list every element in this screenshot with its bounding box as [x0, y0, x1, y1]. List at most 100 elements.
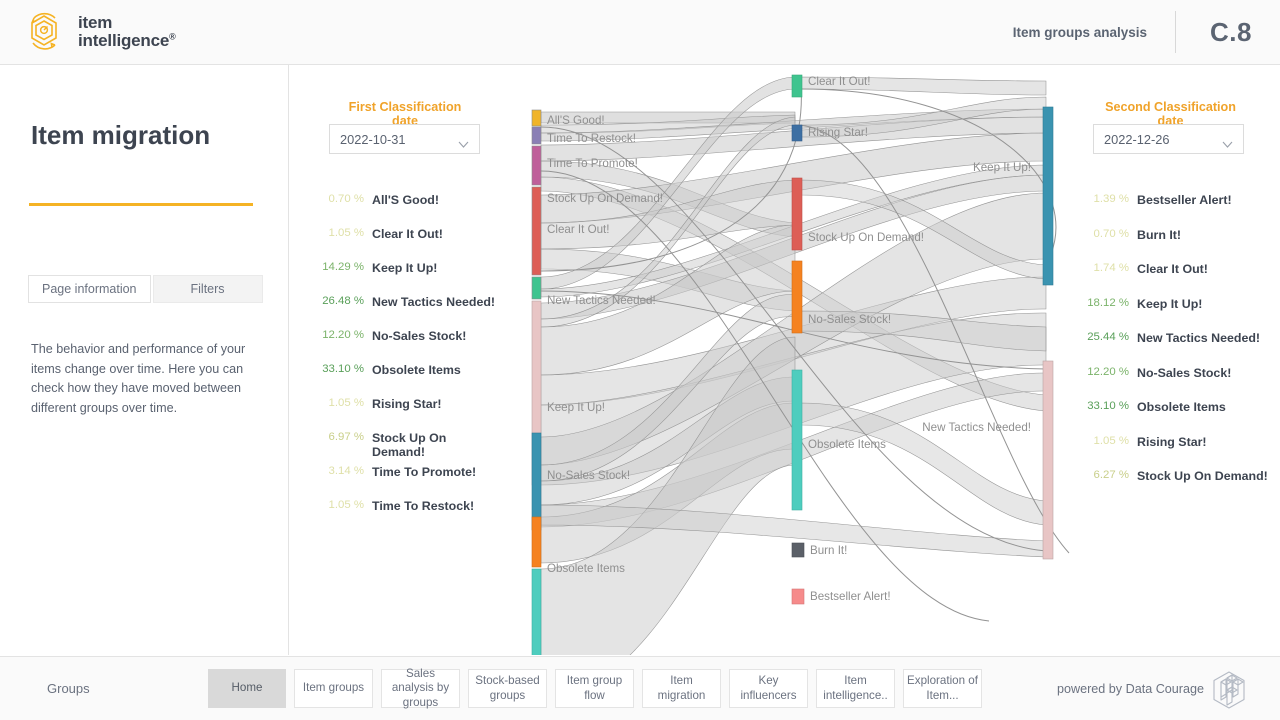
nav-button-item-migration[interactable]: Item migration — [642, 669, 721, 708]
first-classification-legend: 0.70 % All'S Good! 1.05 % Clear It Out! 14.2… — [322, 193, 495, 533]
sankey-label-new-tactics-needed: New Tactics Needed! — [547, 294, 656, 307]
sankey-label-clear-it-out-right: Clear It Out! — [808, 75, 871, 88]
legend-item[interactable]: 12.20 % No-Sales Stock! — [322, 329, 495, 363]
legend-percent: 3.14 % — [328, 465, 364, 477]
app-header: item intelligence® Item groups analysis … — [0, 0, 1280, 65]
legend-label: Burn It! — [1137, 227, 1182, 242]
legend-item[interactable]: 1.74 % Clear It Out! — [1085, 262, 1268, 297]
legend-percent: 1.74 % — [1093, 262, 1129, 274]
legend-label: Rising Star! — [1137, 434, 1207, 449]
legend-percent: 12.20 % — [1087, 365, 1129, 378]
brand[interactable]: item intelligence® — [22, 10, 176, 54]
sankey-label-bestseller-alert-right: Bestseller Alert! — [810, 590, 891, 603]
footer-nav: Home Item groups Sales analysis by groups S… — [208, 667, 982, 709]
second-classification-date-dropdown[interactable]: 2022-12-26 — [1093, 124, 1244, 154]
sankey-label-rising-star-right: Rising Star! — [808, 126, 868, 139]
header-right: Item groups analysis C.8 — [1013, 0, 1280, 64]
legend-item[interactable]: 33.10 % Obsolete Items — [1085, 400, 1268, 435]
page-title: Item migration — [31, 120, 211, 150]
legend-label: No-Sales Stock! — [372, 329, 467, 343]
legend-percent: 33.10 % — [322, 363, 364, 375]
sankey-label-time-to-restock: Time To Restock! — [547, 132, 636, 145]
footer-groups-label: Groups — [47, 681, 90, 696]
legend-percent: 18.12 % — [1087, 296, 1129, 309]
nav-button-key-influencers[interactable]: Key influencers — [729, 669, 808, 708]
sankey-node-time-to-restock[interactable] — [531, 126, 542, 145]
sankey-label-keep-it-up-left: Keep It Up! — [547, 401, 605, 414]
legend-item[interactable]: 1.05 % Rising Star! — [322, 397, 495, 431]
nav-button-exploration-of-item[interactable]: Exploration of Item... — [903, 669, 982, 708]
legend-label: Time To Restock! — [372, 499, 475, 513]
legend-item[interactable]: 3.14 % Time To Promote! — [322, 465, 495, 499]
legend-percent: 1.05 % — [1093, 434, 1129, 447]
nav-button-item-groups[interactable]: Item groups — [294, 669, 373, 708]
nav-button-item-intelligence[interactable]: Item intelligence.. — [816, 669, 895, 708]
sankey-label-keep-it-up-far-right: Keep It Up! — [973, 161, 1031, 174]
legend-label: No-Sales Stock! — [1137, 365, 1232, 380]
tab-filters[interactable]: Filters — [152, 275, 263, 303]
nav-button-home[interactable]: Home — [208, 669, 286, 708]
sankey-node-rising-star-right[interactable] — [791, 124, 803, 142]
legend-item[interactable]: 1.39 % Bestseller Alert! — [1085, 193, 1268, 228]
legend-label: Bestseller Alert! — [1137, 193, 1232, 207]
legend-item[interactable]: 18.12 % Keep It Up! — [1085, 297, 1268, 332]
legend-item[interactable]: 14.29 % Keep It Up! — [322, 261, 495, 295]
sankey-node-keep-it-up-far-right[interactable] — [1042, 106, 1054, 286]
legend-item[interactable]: 26.48 % New Tactics Needed! — [322, 295, 495, 329]
legend-item[interactable]: 12.20 % No-Sales Stock! — [1085, 366, 1268, 401]
sankey-node-no-sales-stock-left[interactable] — [531, 516, 542, 568]
panel-tabs: Page information Filters — [28, 275, 263, 303]
legend-item[interactable]: 0.70 % Burn It! — [1085, 228, 1268, 263]
sankey-node-alls-good[interactable] — [531, 109, 542, 127]
sankey-node-new-tactics-needed-far-right[interactable] — [1042, 360, 1054, 560]
legend-item[interactable]: 25.44 % New Tactics Needed! — [1085, 331, 1268, 366]
sankey-node-clear-it-out-right[interactable] — [791, 74, 803, 98]
sankey-node-stock-up-on-demand[interactable] — [531, 186, 542, 276]
left-panel: Item migration Page information Filters … — [0, 65, 289, 655]
page-description: The behavior and performance of your ite… — [31, 342, 246, 415]
second-classification-legend: 1.39 % Bestseller Alert! 0.70 % Burn It! 1.7… — [1085, 193, 1268, 504]
legend-item[interactable]: 1.05 % Clear It Out! — [322, 227, 495, 261]
sankey-node-clear-it-out[interactable] — [531, 276, 542, 300]
legend-percent: 0.70 % — [1093, 227, 1129, 240]
nav-button-item-group-flow[interactable]: Item group flow — [555, 669, 634, 708]
data-courage-cubes-logo-icon — [1208, 669, 1250, 711]
sankey-node-obsolete-items-right[interactable] — [791, 369, 803, 511]
legend-percent: 33.10 % — [1087, 400, 1129, 412]
powered-by-label: powered by Data Courage — [1057, 682, 1205, 696]
legend-label: Obsolete Items — [1137, 400, 1226, 414]
legend-label: Stock Up On Demand! — [1137, 469, 1268, 483]
legend-item[interactable]: 6.27 % Stock Up On Demand! — [1085, 469, 1268, 504]
legend-item[interactable]: 6.97 % Stock Up On Demand! — [322, 431, 495, 465]
sankey-node-no-sales-stock-right[interactable] — [791, 260, 803, 334]
legend-item[interactable]: 1.05 % Rising Star! — [1085, 435, 1268, 470]
legend-percent: 12.20 % — [322, 329, 364, 341]
sankey-node-keep-it-up-left[interactable] — [531, 432, 542, 531]
legend-label: Clear It Out! — [372, 227, 443, 241]
sankey-node-time-to-promote[interactable] — [531, 145, 542, 186]
nav-button-stock-based-groups[interactable]: Stock-based groups — [468, 669, 547, 708]
chevron-down-icon — [458, 136, 469, 148]
legend-percent: 0.70 % — [328, 193, 364, 205]
legend-percent: 6.27 % — [1093, 469, 1129, 481]
sankey-label-burn-it-right: Burn It! — [810, 544, 847, 557]
legend-label: Obsolete Items — [372, 363, 461, 377]
legend-item[interactable]: 1.05 % Time To Restock! — [322, 499, 495, 533]
sankey-source-nodes — [531, 109, 542, 486]
sankey-node-obsolete-items-left[interactable] — [531, 568, 542, 655]
legend-label: New Tactics Needed! — [1137, 331, 1261, 345]
sankey-node-burn-it-right[interactable] — [791, 542, 805, 558]
sankey-label-no-sales-stock-right: No-Sales Stock! — [808, 313, 891, 326]
tab-page-information[interactable]: Page information — [28, 275, 151, 303]
legend-item[interactable]: 0.70 % All'S Good! — [322, 193, 495, 227]
legend-percent: 14.29 % — [322, 261, 364, 273]
sankey-node-stock-up-on-demand-right[interactable] — [791, 177, 803, 251]
brand-line-1: item — [78, 12, 113, 32]
legend-percent: 1.05 % — [328, 397, 364, 409]
nav-button-sales-analysis-by-groups[interactable]: Sales analysis by groups — [381, 667, 460, 709]
legend-item[interactable]: 33.10 % Obsolete Items — [322, 363, 495, 397]
header-analysis-title: Item groups analysis — [1012, 24, 1148, 40]
legend-percent: 6.97 % — [328, 431, 364, 443]
sankey-node-bestseller-alert-right[interactable] — [791, 588, 805, 605]
first-classification-date-dropdown[interactable]: 2022-10-31 — [329, 124, 480, 154]
